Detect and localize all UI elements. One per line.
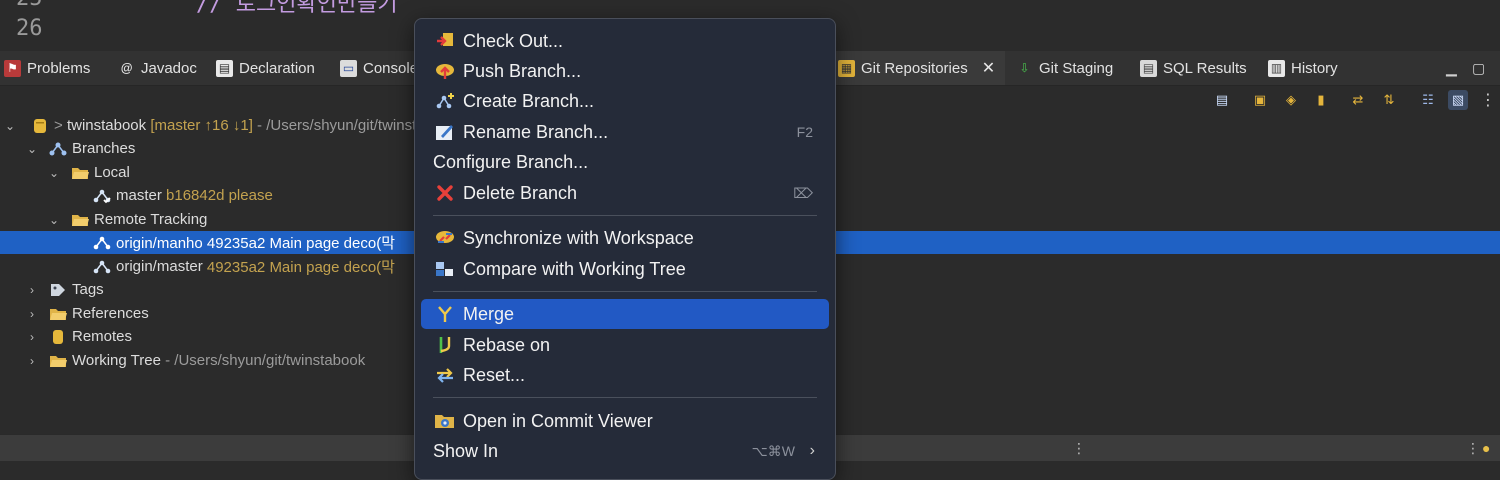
git-staging-icon: ⇩ [1019,61,1030,75]
problems-icon: ⚑ [4,59,21,77]
code-comment: // 로그인확인만들기 [196,0,398,17]
tab-problems[interactable]: ⚑ Problems [4,51,90,85]
maximize-icon[interactable]: ▢ [1472,51,1485,85]
chevron-down-icon[interactable]: ⌄ [46,213,62,227]
tab-sql-results[interactable]: ▤ SQL Results [1140,51,1247,85]
branches-icon [48,140,68,158]
chevron-right-icon[interactable]: › [24,330,40,344]
menu-item-create-branch[interactable]: Create Branch... [421,86,829,116]
sync-icon[interactable]: ⇅ [1379,90,1399,110]
rebase-icon [433,334,457,356]
add-repository-icon[interactable]: ▮ [1311,90,1331,110]
link-with-editor-icon[interactable]: ▧ [1448,90,1468,110]
menu-item-open-commit-viewer[interactable]: Open in Commit Viewer [421,406,829,436]
chevron-down-icon[interactable]: ⌄ [46,166,62,180]
push-icon [433,60,457,82]
chevron-down-icon[interactable]: ⌄ [24,142,40,156]
chevron-right-icon[interactable]: › [24,354,40,368]
folder-open-icon [70,211,90,229]
menu-item-delete-branch[interactable]: Delete Branch ⌦ [421,178,829,208]
folder-open-icon [48,352,68,370]
menu-separator [433,215,817,216]
remotes-icon [48,328,68,346]
tab-git-repositories[interactable]: ▦ Git Repositories ✕ [834,51,1006,85]
minimize-icon[interactable]: ▁ [1446,51,1457,85]
status-bar-handle-icon[interactable]: ⋮ [1072,440,1086,457]
delete-icon [433,182,457,204]
line-number: 26 [16,16,43,41]
merge-icon [433,303,457,325]
menu-item-compare[interactable]: Compare with Working Tree [421,254,829,284]
commit-viewer-icon [433,410,457,432]
menu-separator [433,291,817,292]
branch-checked-out-icon [92,187,112,205]
tags-icon [48,281,68,299]
menu-item-push-branch[interactable]: Push Branch... [421,56,829,86]
create-branch-icon [433,90,457,112]
tab-git-staging[interactable]: ⇩ Git Staging [1016,51,1113,85]
tab-history[interactable]: ▥ History [1268,51,1338,85]
close-icon[interactable]: ✕ [982,58,995,78]
line-number: 25 [16,0,43,11]
folder-open-icon [48,305,68,323]
check-out-icon [433,30,457,52]
repository-icon [30,117,50,135]
menu-item-check-out[interactable]: Check Out... [421,26,829,56]
menu-item-merge[interactable]: Merge [421,299,829,329]
tab-declaration[interactable]: ▤ Declaration [216,51,315,85]
git-repositories-icon: ▦ [838,59,855,77]
chevron-right-icon[interactable]: › [24,283,40,297]
delete-key-icon: ⌦ [793,184,813,201]
chevron-right-icon[interactable]: › [24,307,40,321]
menu-item-show-in[interactable]: Show In ⌥⌘W › [421,436,829,466]
folder-open-icon [70,164,90,182]
reset-icon [433,364,457,386]
collapse-all-icon[interactable]: ▤ [1212,90,1232,110]
status-bar-handle-icon[interactable]: ⋮ [1466,440,1480,457]
tab-console[interactable]: ▭ Console [340,51,418,85]
menu-item-rename-branch[interactable]: Rename Branch... F2 [421,117,829,147]
menu-item-reset[interactable]: Reset... [421,360,829,390]
history-icon: ▥ [1268,59,1285,77]
menu-separator [433,397,817,398]
menu-item-synchronize[interactable]: Synchronize with Workspace [421,223,829,253]
clone-repository-icon[interactable]: ◈ [1281,90,1301,110]
view-menu-icon[interactable]: ⋮ [1478,90,1498,110]
hierarchical-layout-icon[interactable]: ☷ [1418,90,1438,110]
javadoc-icon: @ [120,61,133,75]
menu-item-configure-branch[interactable]: Configure Branch... [421,147,829,177]
chevron-down-icon[interactable]: ⌄ [2,119,18,133]
link-repository-icon[interactable]: ▣ [1250,90,1270,110]
branch-icon [92,258,112,276]
refresh-icon[interactable]: ⇄ [1348,90,1368,110]
menu-item-rebase[interactable]: Rebase on [421,330,829,360]
compare-icon [433,258,457,280]
dirty-marker: > [54,117,67,134]
declaration-icon: ▤ [216,59,233,77]
context-menu: Check Out... Push Branch... Create Branc… [414,18,836,480]
lightbulb-icon[interactable]: ● [1482,440,1490,456]
branch-icon [92,234,112,252]
sql-results-icon: ▤ [1140,59,1157,77]
tab-javadoc[interactable]: @ Javadoc [118,51,197,85]
chevron-right-icon: › [809,442,815,459]
console-icon: ▭ [340,59,357,77]
rename-icon [433,121,457,143]
synchronize-icon [433,227,457,249]
